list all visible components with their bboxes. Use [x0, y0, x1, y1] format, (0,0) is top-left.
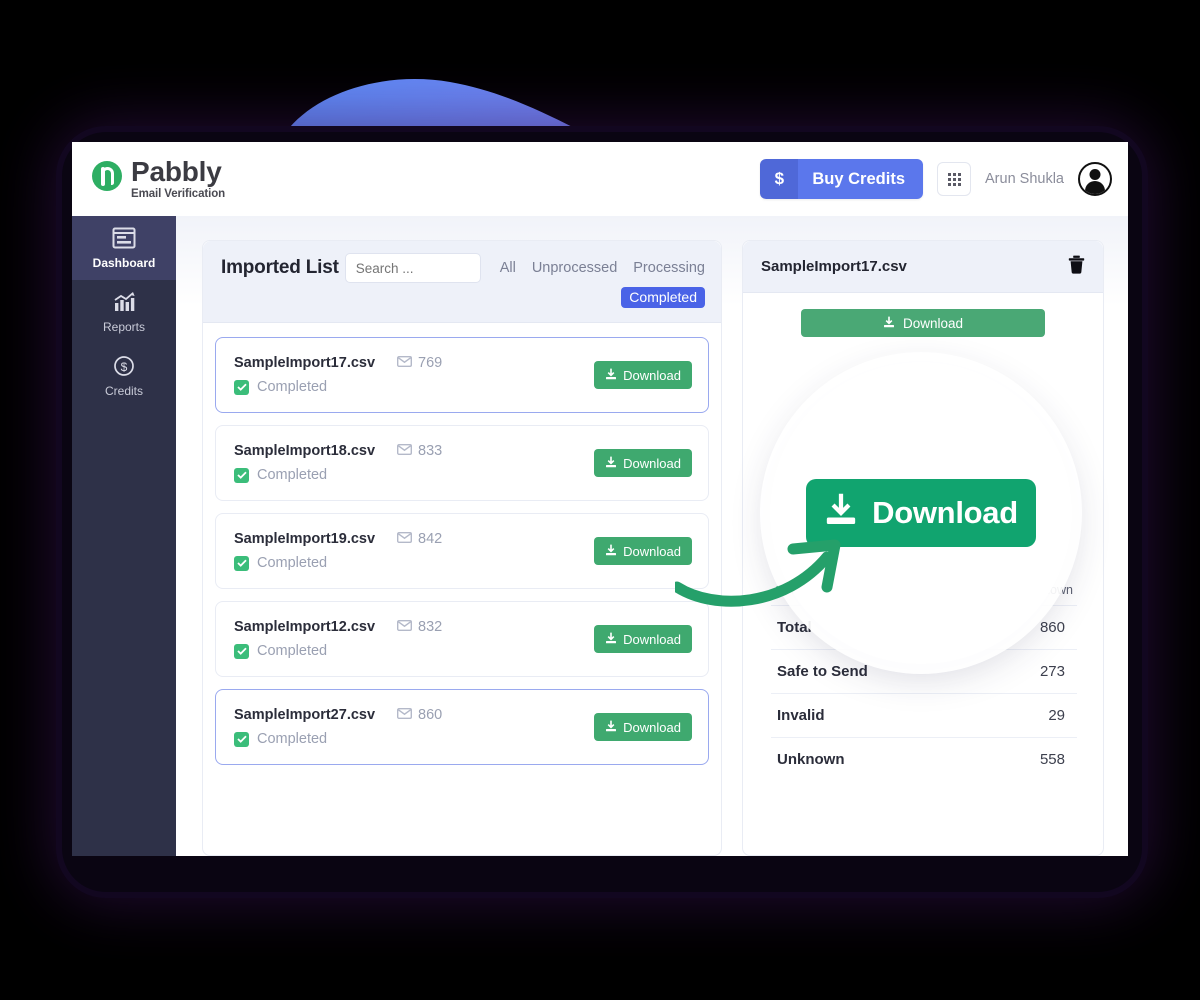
- check-icon: [234, 467, 249, 483]
- dollar-circle-icon: $: [112, 355, 136, 377]
- apps-grid-button[interactable]: [937, 162, 971, 196]
- email-count: 860: [397, 707, 442, 723]
- stat-value: 860: [1039, 619, 1065, 636]
- stat-label: Safe to Send: [777, 663, 868, 680]
- download-button[interactable]: Download: [594, 713, 692, 741]
- download-label: Download: [902, 315, 964, 331]
- table-row: Unknown 558: [771, 737, 1077, 781]
- list-item[interactable]: SampleImport27.csv 860 Completed Downloa…: [215, 689, 709, 765]
- status-label: Completed: [257, 643, 328, 659]
- envelope-icon: [397, 531, 413, 547]
- stat-label: Invalid: [777, 707, 825, 724]
- download-label: Download: [623, 543, 681, 559]
- download-label: Download: [623, 631, 681, 647]
- filter-unprocessed[interactable]: Unprocessed: [532, 260, 617, 276]
- sidebar: Dashboard Reports $ Credits: [72, 216, 176, 856]
- file-name: SampleImport27.csv: [234, 707, 376, 723]
- magnified-download-label: Download: [872, 495, 1018, 530]
- download-icon: [605, 720, 617, 735]
- file-detail-header: SampleImport17.csv: [743, 241, 1103, 293]
- email-count: 769: [397, 355, 442, 371]
- envelope-icon: [397, 443, 413, 459]
- apps-grid-icon: [947, 172, 961, 186]
- sidebar-item-label: Dashboard: [92, 255, 156, 270]
- imported-list-items: SampleImport17.csv 769 Completed Downloa…: [203, 323, 721, 765]
- check-icon: [234, 555, 249, 571]
- file-name: SampleImport17.csv: [234, 355, 376, 371]
- search-input[interactable]: [344, 253, 481, 283]
- file-name: SampleImport12.csv: [234, 619, 376, 635]
- filter-all[interactable]: All: [500, 260, 516, 276]
- stat-value: 29: [1048, 707, 1065, 724]
- download-icon: [605, 544, 617, 559]
- download-icon: [605, 368, 617, 383]
- svg-text:$: $: [121, 360, 128, 374]
- page-title: Imported List: [221, 257, 339, 278]
- pabbly-p-logo-icon: [92, 160, 122, 191]
- buy-credits-button[interactable]: $ Buy Credits: [760, 159, 923, 199]
- imported-list-panel: Imported List All Unprocessed Processing…: [202, 240, 722, 856]
- sidebar-item-reports[interactable]: Reports: [72, 280, 176, 344]
- brand-tagline: Email Verification: [131, 187, 226, 200]
- dashboard-window-icon: [112, 227, 136, 249]
- download-button[interactable]: Download: [594, 361, 692, 389]
- download-icon: [605, 632, 617, 647]
- check-icon: [234, 379, 249, 395]
- sidebar-item-credits[interactable]: $ Credits: [72, 344, 176, 408]
- envelope-icon: [397, 619, 413, 635]
- email-count: 832: [397, 619, 442, 635]
- check-icon: [234, 643, 249, 659]
- list-item[interactable]: SampleImport17.csv 769 Completed Downloa…: [215, 337, 709, 413]
- sidebar-item-label: Credits: [104, 383, 143, 398]
- trash-icon[interactable]: [1068, 255, 1085, 279]
- email-count: 833: [397, 443, 442, 459]
- user-name: Arun Shukla: [985, 171, 1064, 187]
- screenshot-canvas: Pabbly Email Verification $ Buy Credits …: [0, 0, 1200, 1000]
- status-badge: Completed: [234, 643, 442, 659]
- status-badge: Completed: [234, 555, 442, 571]
- list-item[interactable]: SampleImport19.csv 842 Completed Downloa…: [215, 513, 709, 589]
- status-badge: Completed: [234, 379, 442, 395]
- detail-file-name: SampleImport17.csv: [761, 258, 907, 275]
- envelope-icon: [397, 355, 413, 371]
- file-name: SampleImport18.csv: [234, 443, 376, 459]
- brand-name: Pabbly: [131, 155, 222, 187]
- list-item[interactable]: SampleImport18.csv 833 Completed Downloa…: [215, 425, 709, 501]
- download-label: Download: [623, 455, 681, 471]
- imported-list-header: Imported List All Unprocessed Processing…: [203, 241, 721, 323]
- status-label: Completed: [257, 379, 328, 395]
- email-count: 842: [397, 531, 442, 547]
- list-item[interactable]: SampleImport12.csv 832 Completed Downloa…: [215, 601, 709, 677]
- stat-value: 558: [1039, 751, 1065, 768]
- stat-value: 273: [1039, 663, 1065, 680]
- status-badge: Completed: [234, 467, 442, 483]
- bar-chart-icon: [112, 291, 136, 313]
- sidebar-item-dashboard[interactable]: Dashboard: [72, 216, 176, 280]
- file-name: SampleImport19.csv: [234, 531, 376, 547]
- download-button[interactable]: Download: [594, 449, 692, 477]
- detail-download-button[interactable]: Download: [801, 309, 1045, 337]
- user-avatar-icon[interactable]: [1078, 162, 1112, 196]
- filter-processing[interactable]: Processing: [633, 260, 705, 276]
- top-navigation-bar: Pabbly Email Verification $ Buy Credits …: [72, 142, 1128, 216]
- dollar-icon: $: [760, 159, 799, 199]
- sidebar-item-label: Reports: [102, 319, 146, 334]
- buy-credits-label: Buy Credits: [798, 159, 923, 199]
- status-label: Completed: [257, 467, 328, 483]
- download-icon: [883, 316, 895, 331]
- envelope-icon: [397, 707, 413, 723]
- status-label: Completed: [257, 731, 328, 747]
- stat-label: Unknown: [777, 751, 845, 768]
- check-icon: [234, 731, 249, 747]
- download-label: Download: [623, 719, 681, 735]
- download-button[interactable]: Download: [594, 625, 692, 653]
- status-label: Completed: [257, 555, 328, 571]
- status-badge: Completed: [234, 731, 442, 747]
- curved-arrow-icon: [675, 539, 841, 607]
- table-row: Invalid 29: [771, 693, 1077, 737]
- download-icon: [605, 456, 617, 471]
- brand-logo[interactable]: Pabbly Email Verification: [90, 155, 226, 201]
- filter-completed-active[interactable]: Completed: [621, 287, 705, 308]
- download-label: Download: [623, 367, 681, 383]
